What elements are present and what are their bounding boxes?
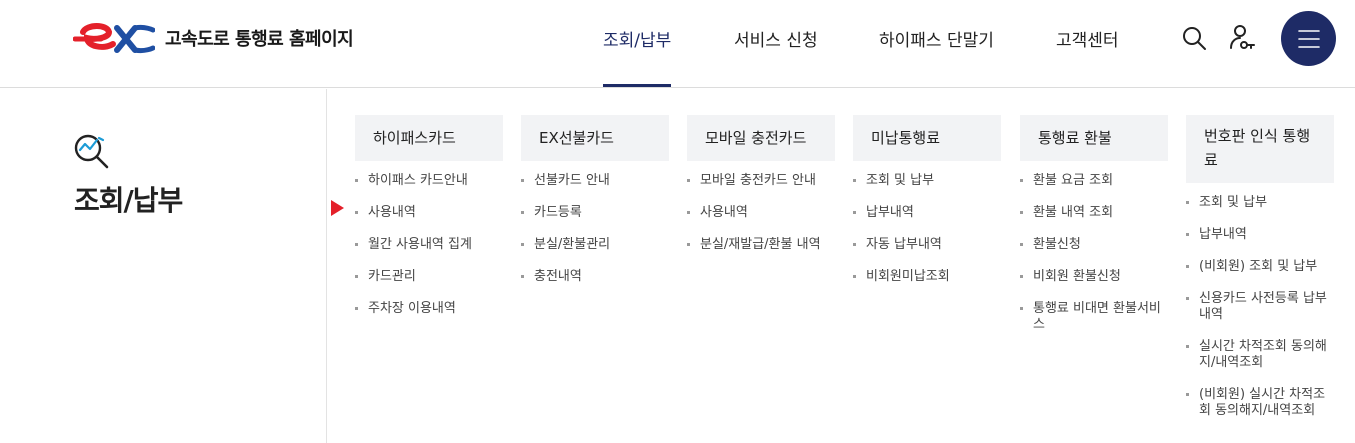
submenu-item[interactable]: 사용내역: [687, 205, 835, 221]
nav-active-indicator: [603, 84, 671, 87]
search-chart-icon: [74, 134, 109, 169]
column-title[interactable]: 통행료 환불: [1020, 115, 1168, 161]
menu-column-hipass-card: 하이패스카드 하이패스 카드안내 사용내역 월간 사용내역 집계 카드관리 주차…: [355, 115, 503, 333]
submenu-item[interactable]: 비회원 환불신청: [1020, 269, 1168, 285]
active-item-pointer: [331, 200, 344, 216]
login-button[interactable]: [1228, 23, 1256, 53]
submenu-item[interactable]: 환불 내역 조회: [1020, 205, 1168, 221]
nav-item-inquiry-payment[interactable]: 조회/납부: [603, 26, 671, 51]
submenu-item[interactable]: 충전내역: [521, 269, 669, 285]
menu-column-ex-prepaid-card: EX선불카드 선불카드 안내 카드등록 분실/환불관리 충전내역: [521, 115, 669, 301]
submenu-item[interactable]: 하이패스 카드안내: [355, 173, 503, 189]
nav-item-service-request[interactable]: 서비스 신청: [734, 26, 818, 51]
submenu-item[interactable]: 주차장 이용내역: [355, 301, 503, 317]
submenu-item[interactable]: 분실/환불관리: [521, 237, 669, 253]
submenu-item[interactable]: (비회원) 조회 및 납부: [1186, 259, 1334, 275]
all-menu-button[interactable]: [1281, 11, 1336, 66]
submenu-item[interactable]: 카드관리: [355, 269, 503, 285]
hamburger-menu-icon: [1297, 29, 1320, 48]
submenu-item[interactable]: 선불카드 안내: [521, 173, 669, 189]
menu-column-mobile-card: 모바일 충전카드 모바일 충전카드 안내 사용내역 분실/재발급/환불 내역: [687, 115, 835, 269]
submenu-item[interactable]: 조회 및 납부: [1186, 195, 1334, 211]
submenu-item[interactable]: 비회원미납조회: [853, 269, 1001, 285]
submenu-side-panel: 조회/납부: [0, 89, 327, 443]
submenu-item[interactable]: 환불 요금 조회: [1020, 173, 1168, 189]
nav-item-customer-center[interactable]: 고객센터: [1056, 26, 1119, 51]
submenu-item[interactable]: 카드등록: [521, 205, 669, 221]
menu-column-unpaid-toll: 미납통행료 조회 및 납부 납부내역 자동 납부내역 비회원미납조회: [853, 115, 1001, 301]
ex-logo-icon: [73, 23, 155, 54]
submenu-item[interactable]: 모바일 충전카드 안내: [687, 173, 835, 189]
submenu-item[interactable]: (비회원) 실시간 차적조회 동의해지/내역조회: [1186, 387, 1334, 419]
site-header: 고속도로 통행료 홈페이지 조회/납부 서비스 신청 하이패스 단말기 고객센터: [0, 0, 1355, 88]
submenu-item[interactable]: 납부내역: [1186, 227, 1334, 243]
submenu-item[interactable]: 통행료 비대면 환불서비스: [1020, 301, 1168, 333]
submenu-item[interactable]: 사용내역: [355, 205, 503, 221]
menu-column-plate-recognition-toll: 번호판 인식 통행료 조회 및 납부 납부내역 (비회원) 조회 및 납부 신용…: [1186, 115, 1334, 435]
submenu-item[interactable]: 자동 납부내역: [853, 237, 1001, 253]
column-title[interactable]: EX선불카드: [521, 115, 669, 161]
search-button[interactable]: [1180, 24, 1208, 52]
submenu-item[interactable]: 월간 사용내역 집계: [355, 237, 503, 253]
menu-column-toll-refund: 통행료 환불 환불 요금 조회 환불 내역 조회 환불신청 비회원 환불신청 통…: [1020, 115, 1168, 349]
search-icon: [1183, 27, 1206, 50]
submenu-item[interactable]: 신용카드 사전등록 납부내역: [1186, 291, 1334, 323]
logo-text: 고속도로 통행료 홈페이지: [165, 29, 354, 50]
site-logo[interactable]: 고속도로 통행료 홈페이지: [73, 20, 354, 56]
panel-title: 조회/납부: [74, 184, 183, 217]
nav-item-hipass-terminal[interactable]: 하이패스 단말기: [879, 26, 994, 51]
column-title[interactable]: 번호판 인식 통행료: [1186, 115, 1334, 183]
submenu-item[interactable]: 환불신청: [1020, 237, 1168, 253]
column-title[interactable]: 하이패스카드: [355, 115, 503, 161]
submenu-item[interactable]: 조회 및 납부: [853, 173, 1001, 189]
user-key-icon: [1230, 25, 1255, 49]
submenu-item[interactable]: 분실/재발급/환불 내역: [687, 237, 835, 253]
column-title[interactable]: 모바일 충전카드: [687, 115, 835, 161]
submenu-item[interactable]: 실시간 차적조회 동의해지/내역조회: [1186, 339, 1334, 371]
column-title[interactable]: 미납통행료: [853, 115, 1001, 161]
submenu-item[interactable]: 납부내역: [853, 205, 1001, 221]
